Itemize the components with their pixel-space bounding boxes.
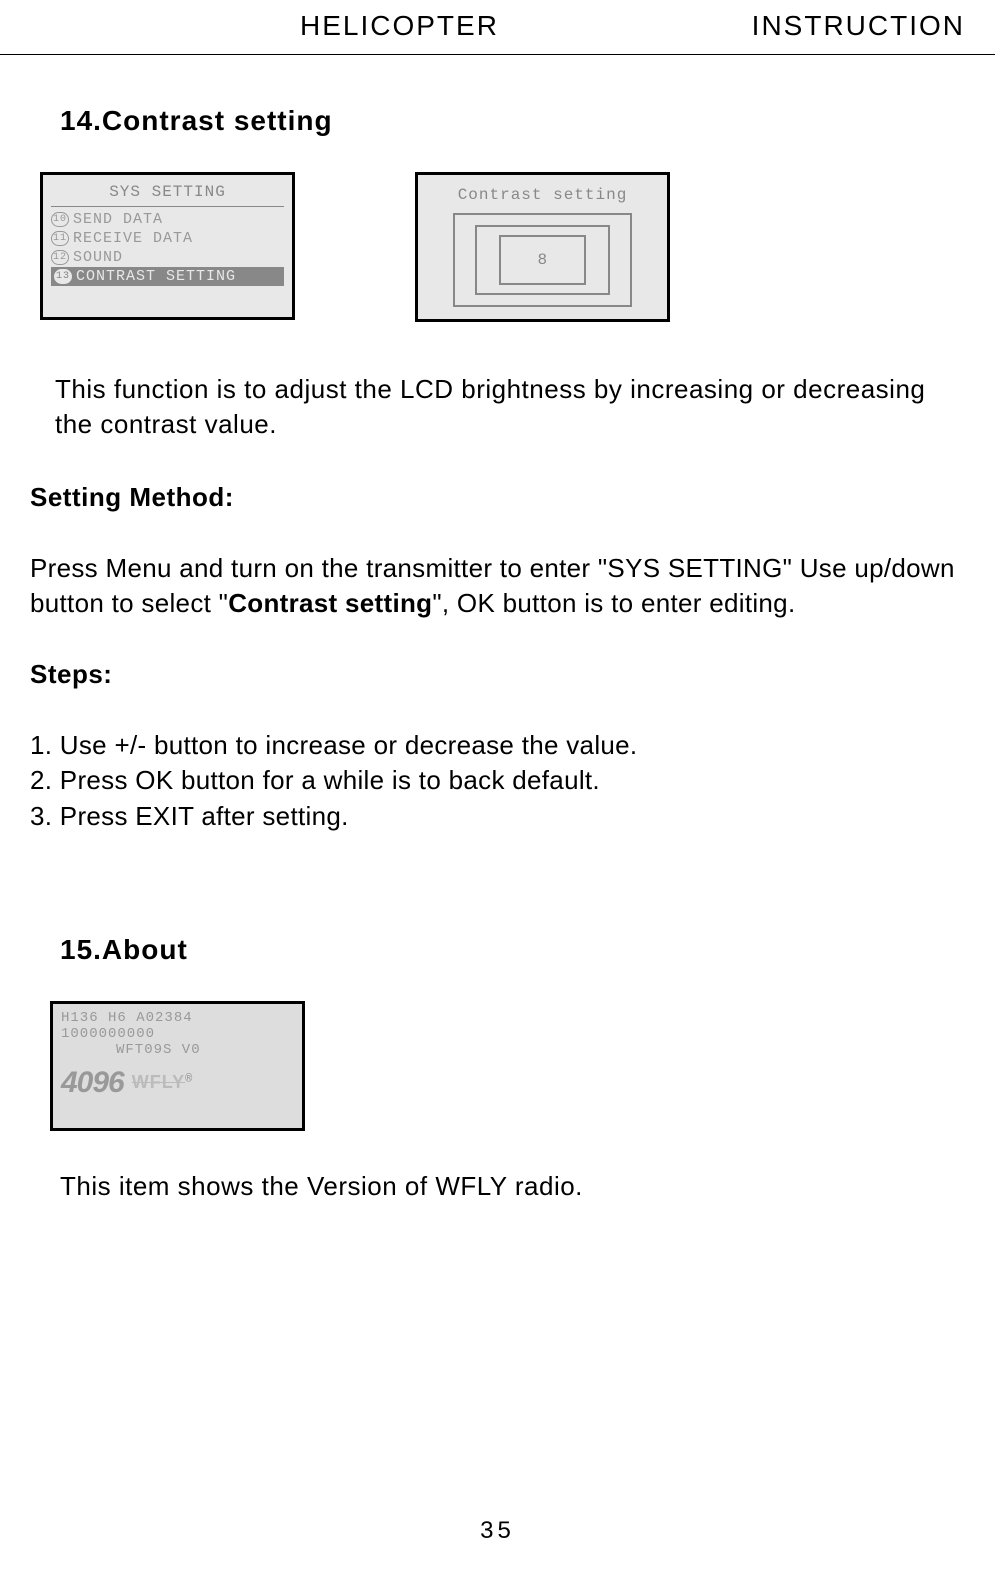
lcd-divider <box>51 206 284 207</box>
step-3: 3. Press EXIT after setting. <box>30 799 965 834</box>
section-14-description: This function is to adjust the LCD brigh… <box>30 372 965 442</box>
step-1: 1. Use +/- button to increase or decreas… <box>30 728 965 763</box>
nested-box-outer: 8 <box>453 213 632 307</box>
brand-logo: WFLY® <box>132 1072 193 1093</box>
setting-method-text: Press Menu and turn on the transmitter t… <box>30 551 965 621</box>
menu-item-contrast-setting: 13 CONTRAST SETTING <box>51 267 284 286</box>
lcd-sys-setting: SYS SETTING 10 SEND DATA 11 RECEIVE DATA… <box>40 172 295 320</box>
lcd-contrast-setting: Contrast setting 8 <box>415 172 670 322</box>
lcd-screenshots-row: SYS SETTING 10 SEND DATA 11 RECEIVE DATA… <box>30 172 965 322</box>
section-15-description: This item shows the Version of WFLY radi… <box>60 1171 965 1202</box>
item-label: SOUND <box>73 249 123 266</box>
section-15: 15.About H136 H6 A02384 1000000000 WFT09… <box>30 934 965 1202</box>
registered-icon: ® <box>185 1072 193 1086</box>
about-resolution: 4096 <box>61 1066 124 1100</box>
nested-box-middle: 8 <box>475 225 610 295</box>
page-content: 14.Contrast setting SYS SETTING 10 SEND … <box>0 55 995 1202</box>
about-line-1: H136 H6 A02384 <box>61 1010 294 1026</box>
section-15-title: 15.About <box>60 934 965 966</box>
setting-method-heading: Setting Method: <box>30 482 965 513</box>
item-label: SEND DATA <box>73 211 163 228</box>
item-label: RECEIVE DATA <box>73 230 193 247</box>
item-number-icon: 11 <box>51 231 69 246</box>
steps-heading: Steps: <box>30 659 965 690</box>
contrast-value: 8 <box>537 251 547 269</box>
page-header: HELICOPTER INSTRUCTION <box>0 0 995 55</box>
nested-box-inner: 8 <box>499 235 586 285</box>
item-number-icon: 12 <box>51 250 69 265</box>
item-number-icon: 13 <box>54 269 72 284</box>
about-line-3: WFT09S V0 <box>61 1042 294 1058</box>
about-line-2: 1000000000 <box>61 1026 294 1042</box>
menu-item-sound: 12 SOUND <box>48 248 287 267</box>
page-number: 35 <box>480 1517 515 1545</box>
menu-item-receive-data: 11 RECEIVE DATA <box>48 229 287 248</box>
header-left: HELICOPTER <box>300 10 499 42</box>
lcd-about: H136 H6 A02384 1000000000 WFT09S V0 4096… <box>50 1001 305 1131</box>
header-right: INSTRUCTION <box>752 10 965 42</box>
step-2: 2. Press OK button for a while is to bac… <box>30 763 965 798</box>
about-logo-row: 4096 WFLY® <box>61 1066 294 1100</box>
brand-name: WFLY <box>132 1072 185 1092</box>
lcd-right-title: Contrast setting <box>423 180 662 210</box>
steps-list: 1. Use +/- button to increase or decreas… <box>30 728 965 833</box>
item-label: CONTRAST SETTING <box>76 268 236 285</box>
lcd-left-title: SYS SETTING <box>48 180 287 206</box>
section-14-title: 14.Contrast setting <box>30 105 965 137</box>
menu-item-send-data: 10 SEND DATA <box>48 210 287 229</box>
item-number-icon: 10 <box>51 212 69 227</box>
